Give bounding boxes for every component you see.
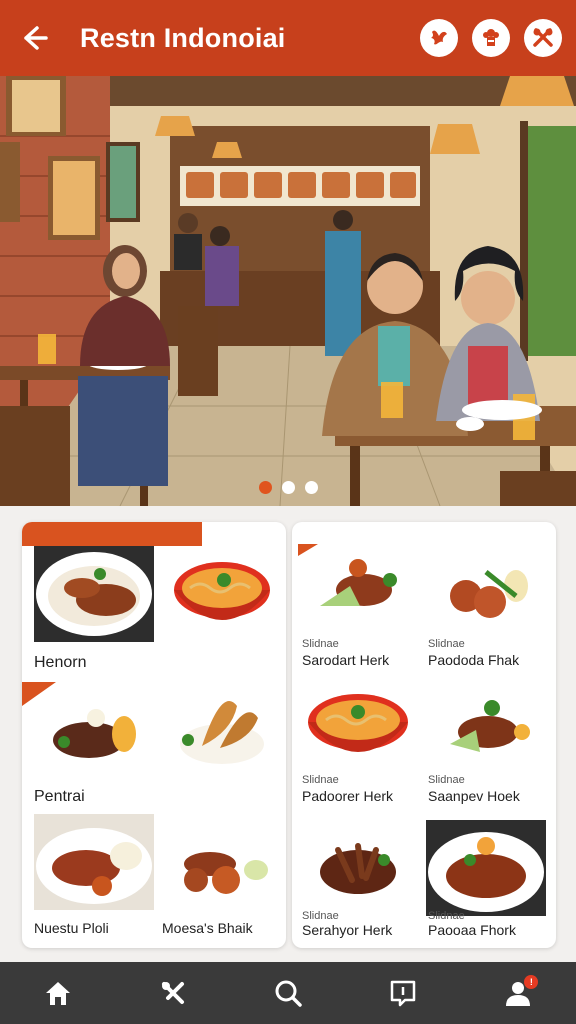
dish-subtitle: Slidnae — [302, 910, 339, 922]
nav-menu[interactable] — [151, 971, 195, 1015]
message-icon — [390, 980, 416, 1007]
dish-subtitle: Slidnae — [428, 910, 465, 922]
nav-search[interactable] — [266, 971, 310, 1015]
carousel-dot-1[interactable] — [258, 481, 272, 494]
app-header: Restn Indonoiai — [0, 0, 576, 76]
panel-ribbon — [22, 522, 202, 546]
right-menu-panel: Slidnae Sarodart Herk Slidnae Paododa Fh… — [292, 522, 556, 948]
utensils-icon — [533, 28, 553, 47]
dish-image[interactable] — [426, 820, 546, 916]
left-menu-panel: Henorn Pentrai Nuestu Ploli Moesa's Bhai… — [22, 522, 286, 948]
dish-image[interactable] — [426, 682, 546, 778]
carousel-dot-3[interactable] — [304, 481, 318, 494]
tools-button[interactable] — [524, 19, 562, 57]
dish-image[interactable] — [426, 544, 546, 640]
dish-image[interactable] — [34, 546, 154, 642]
nav-orders[interactable] — [381, 971, 425, 1015]
home-icon — [45, 982, 70, 1005]
restaurant-hero-image — [0, 76, 576, 506]
dish-label: Paooaa Fhork — [428, 922, 516, 938]
dish-label: Paododa Fhak — [428, 652, 520, 668]
dish-image[interactable] — [298, 820, 418, 916]
dish-label: Serahyor Herk — [302, 922, 393, 938]
carousel-dot-2[interactable] — [281, 481, 295, 494]
carousel-dots — [0, 481, 576, 494]
dish-image[interactable] — [34, 684, 154, 780]
dish-subtitle: Slidnae — [428, 638, 465, 650]
back-button[interactable] — [14, 18, 54, 58]
utensils-icon — [161, 982, 184, 1004]
dish-label: Nuestu Ploli — [34, 920, 109, 936]
dish-label: Moesa's Bhaik — [162, 920, 253, 936]
dish-subtitle: Slidnae — [302, 774, 339, 786]
chef-icon — [483, 29, 499, 46]
dish-image[interactable] — [162, 814, 282, 910]
nav-profile[interactable]: ! — [496, 971, 540, 1015]
dish-label: Padoorer Herk — [302, 788, 394, 804]
search-icon — [275, 980, 302, 1007]
back-arrow-icon — [24, 26, 48, 50]
bottom-navigation: ! — [0, 962, 576, 1024]
dish-subtitle: Slidnae — [428, 774, 465, 786]
dish-image[interactable] — [34, 814, 154, 910]
dish-image[interactable] — [162, 546, 282, 642]
restaurant-scene-illustration — [0, 76, 576, 506]
notification-badge: ! — [524, 975, 539, 989]
dish-image[interactable] — [162, 684, 282, 780]
dish-label: Sarodart Herk — [302, 652, 390, 668]
dish-image[interactable] — [298, 682, 418, 778]
dish-label: Henorn — [34, 654, 87, 671]
page-title: Restn Indonoiai — [80, 22, 286, 53]
dish-image[interactable] — [298, 544, 418, 640]
food-icon — [431, 30, 447, 45]
dish-subtitle: Slidnae — [302, 638, 339, 650]
chef-button[interactable] — [472, 19, 510, 57]
dish-label: Pentrai — [34, 788, 85, 805]
dish-label: Saanpev Hoek — [428, 788, 520, 804]
nav-home[interactable] — [36, 971, 80, 1015]
food-button[interactable] — [420, 19, 458, 57]
